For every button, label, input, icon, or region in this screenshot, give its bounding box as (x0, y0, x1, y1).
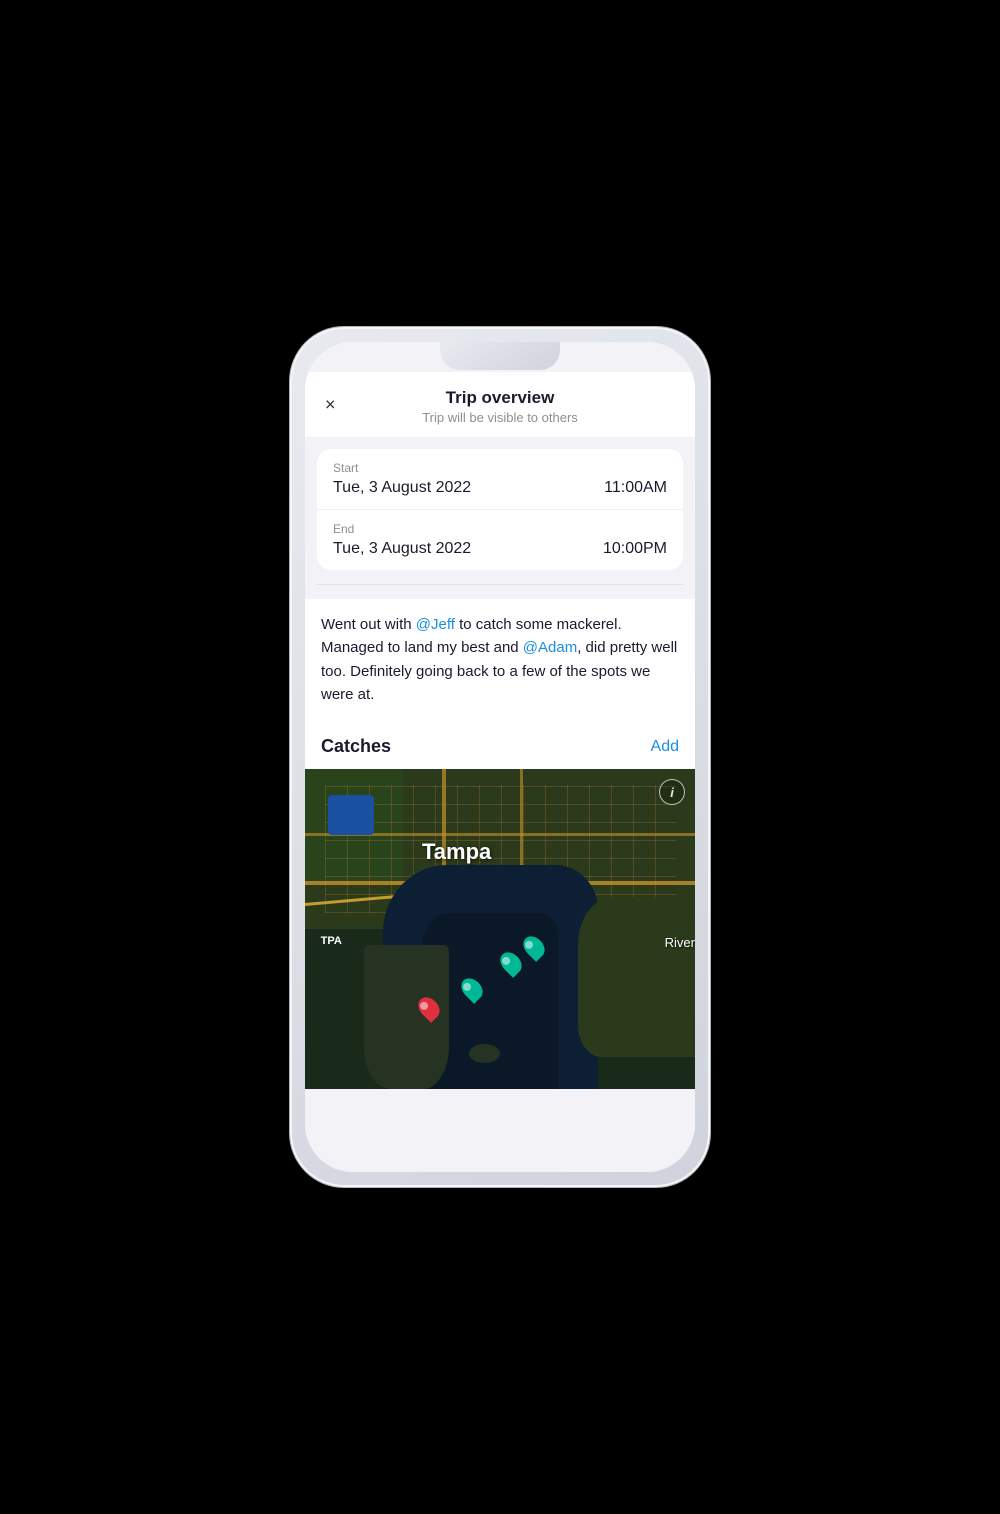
catches-title: Catches (321, 736, 391, 757)
map-land-right (578, 897, 695, 1057)
start-date: Tue, 3 August 2022 (333, 479, 471, 497)
phone-screen: × Trip overview Trip will be visible to … (305, 342, 695, 1172)
map-city-label: Tampa (422, 839, 491, 865)
map-pin-teal-2[interactable] (502, 951, 522, 977)
page-subtitle: Trip will be visible to others (325, 410, 675, 425)
description-text: Went out with @Jeff to catch some macker… (321, 613, 679, 706)
add-catch-button[interactable]: Add (651, 738, 679, 756)
map-info-button[interactable]: i (659, 779, 685, 805)
page-header: × Trip overview Trip will be visible to … (305, 372, 695, 437)
end-label: End (333, 522, 667, 536)
start-label: Start (333, 461, 667, 475)
map-container[interactable]: TPA Tampa River i (305, 769, 695, 1089)
screen-content: × Trip overview Trip will be visible to … (305, 342, 695, 1172)
map-airport (328, 795, 374, 835)
map-pin-teal-1[interactable] (525, 935, 545, 961)
end-date-card[interactable]: End Tue, 3 August 2022 10:00PM (317, 510, 683, 570)
phone-frame: × Trip overview Trip will be visible to … (290, 327, 710, 1187)
map-airport-label: TPA (321, 935, 342, 947)
map-pin-teal-3[interactable] (463, 977, 483, 1003)
trip-description: Went out with @Jeff to catch some macker… (305, 599, 695, 720)
section-divider (317, 584, 683, 585)
catches-section: Catches Add (305, 720, 695, 1089)
map-satellite: TPA Tampa River i (305, 769, 695, 1089)
map-river-label: River (665, 935, 695, 950)
end-date: Tue, 3 August 2022 (333, 540, 471, 558)
jeff-mention[interactable]: @Jeff (416, 616, 455, 633)
phone-notch (440, 342, 560, 370)
date-cards: Start Tue, 3 August 2022 11:00AM End Tue… (317, 449, 683, 570)
text-before-jeff: Went out with (321, 616, 416, 633)
page-title: Trip overview (325, 388, 675, 408)
map-pin-red[interactable] (420, 996, 440, 1022)
close-button[interactable]: × (325, 394, 336, 415)
start-date-card[interactable]: Start Tue, 3 August 2022 11:00AM (317, 449, 683, 510)
adam-mention[interactable]: @Adam (523, 639, 577, 656)
start-time: 11:00AM (604, 479, 667, 497)
end-time: 10:00PM (603, 540, 667, 558)
catches-header: Catches Add (305, 720, 695, 769)
